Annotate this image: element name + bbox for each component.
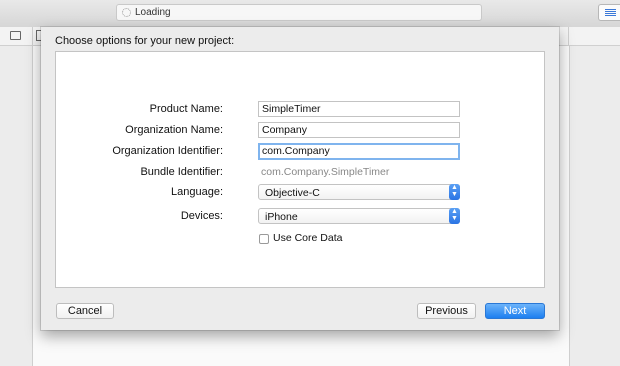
organization-name-label: Organization Name: (125, 124, 223, 136)
organization-identifier-field[interactable]: com.Company (258, 143, 460, 160)
sheet-title: Choose options for your new project: (55, 35, 235, 47)
product-name-label: Product Name: (149, 103, 223, 115)
options-panel: Product Name: SimpleTimer Organization N… (55, 51, 545, 288)
chevron-updown-icon: ▲ ▼ (449, 184, 460, 200)
organization-identifier-row: com.Company (56, 143, 544, 161)
organization-name-field[interactable]: Company (258, 122, 460, 138)
new-project-sheet: Choose options for your new project: Pro… (41, 27, 559, 330)
use-core-data-checkbox[interactable] (259, 234, 269, 244)
previous-button[interactable]: Previous (417, 303, 476, 319)
message-icon[interactable] (10, 31, 21, 40)
language-popup[interactable]: Objective-C ▲ ▼ (258, 184, 460, 200)
language-value: Objective-C (265, 187, 320, 199)
language-label: Language: (171, 186, 223, 198)
product-name-field[interactable]: SimpleTimer (258, 101, 460, 117)
document-outline-icon (605, 9, 616, 10)
next-button[interactable]: Next (485, 303, 545, 319)
pane-divider (32, 27, 33, 46)
cancel-button[interactable]: Cancel (56, 303, 114, 319)
activity-status-text: Loading (135, 7, 171, 18)
pane-divider (568, 27, 569, 46)
spinner-icon (122, 8, 131, 17)
activity-viewer: Loading (116, 4, 482, 21)
devices-value: iPhone (265, 211, 298, 223)
bundle-identifier-value: com.Company.SimpleTimer (261, 166, 390, 178)
use-core-data-label[interactable]: Use Core Data (273, 232, 342, 244)
bundle-identifier-label: Bundle Identifier: (140, 166, 223, 178)
devices-label: Devices: (180, 210, 223, 222)
devices-popup[interactable]: iPhone ▲ ▼ (258, 208, 460, 224)
standard-editor-button[interactable] (598, 4, 620, 21)
window-toolbar: Loading (0, 0, 620, 28)
chevron-updown-icon: ▲ ▼ (449, 208, 460, 224)
